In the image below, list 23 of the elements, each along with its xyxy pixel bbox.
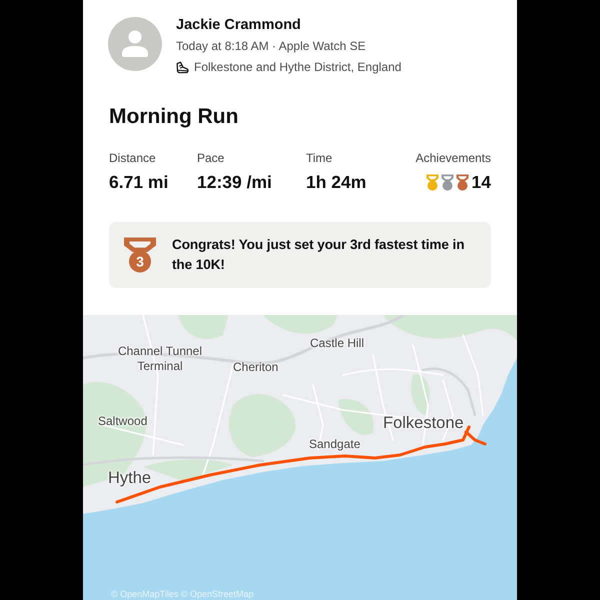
place-label: Folkestone	[383, 413, 464, 433]
stat-label: Distance	[109, 150, 156, 166]
stat-value: 6.71 mi	[109, 172, 168, 192]
stat-label: Achievements	[416, 150, 491, 166]
map-attribution: © OpenMapTiles © OpenStreetMap	[111, 589, 254, 599]
stat-value: 1h 24m	[306, 172, 366, 192]
achievement-message: Congrats! You just set your 3rd fastest time in the 10K!	[172, 236, 466, 274]
shoe-icon	[176, 60, 189, 74]
stat-value: 12:39 /mi	[197, 172, 272, 192]
place-label: Saltwood	[98, 414, 148, 429]
place-label: Channel Tunnel Terminal	[116, 344, 204, 374]
place-label: Sandgate	[309, 437, 360, 452]
athlete-name[interactable]: Jackie Crammond	[176, 17, 301, 33]
activity-location: Folkestone and Hythe District, England	[194, 59, 402, 75]
place-label: Cheriton	[233, 360, 278, 375]
stat-label: Time	[306, 150, 332, 166]
activity-meta: Today at 8:18 AM · Apple Watch SE	[176, 38, 366, 54]
stat-label: Pace	[197, 150, 224, 166]
avatar-icon	[108, 17, 162, 71]
place-label: Castle Hill	[310, 336, 364, 351]
place-label: Hythe	[108, 468, 152, 488]
activity-title: Morning Run	[109, 105, 240, 129]
achievement-count: 14	[472, 172, 491, 192]
